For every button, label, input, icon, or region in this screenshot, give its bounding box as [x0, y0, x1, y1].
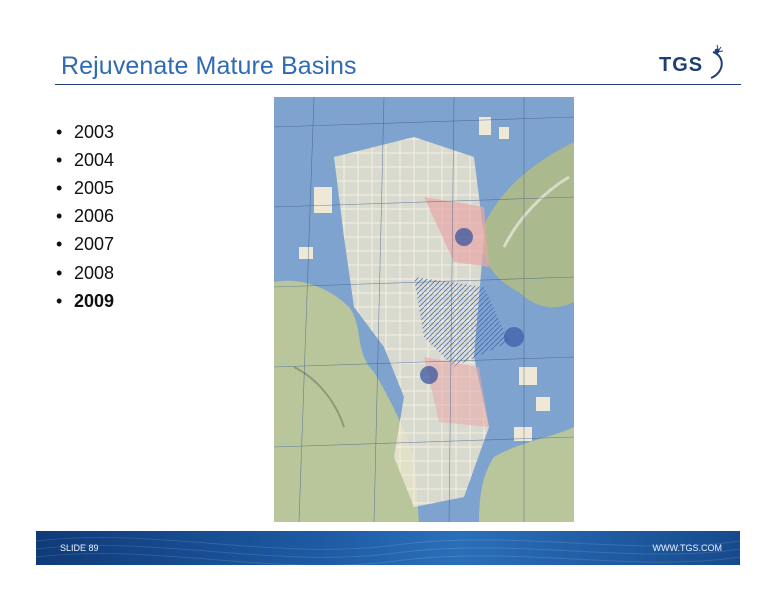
title-rule	[55, 84, 741, 85]
tgs-swoosh-icon	[710, 44, 724, 79]
list-item: • 2005	[56, 177, 115, 198]
footer-bar: SLIDE 89 WWW.TGS.COM	[36, 531, 740, 565]
slide-title: Rejuvenate Mature Basins	[61, 52, 357, 80]
tgs-logo: TGS	[659, 44, 739, 82]
list-item: • 2006	[56, 206, 115, 227]
list-item: • 2007	[56, 234, 115, 255]
list-item: • 2008	[56, 262, 115, 283]
website-link[interactable]: WWW.TGS.COM	[653, 543, 723, 553]
footer-wave-pattern	[36, 537, 740, 565]
year-list: • 2003 • 2004 • 2005 • 2006 • 2007 • 2008 • 200…	[56, 118, 114, 315]
list-item-highlighted: • 2009	[56, 290, 115, 311]
list-item: • 2004	[56, 149, 115, 170]
slide-number: SLIDE 89	[60, 543, 99, 553]
north-sea-map-image	[274, 97, 574, 522]
list-item: • 2003	[56, 121, 115, 142]
